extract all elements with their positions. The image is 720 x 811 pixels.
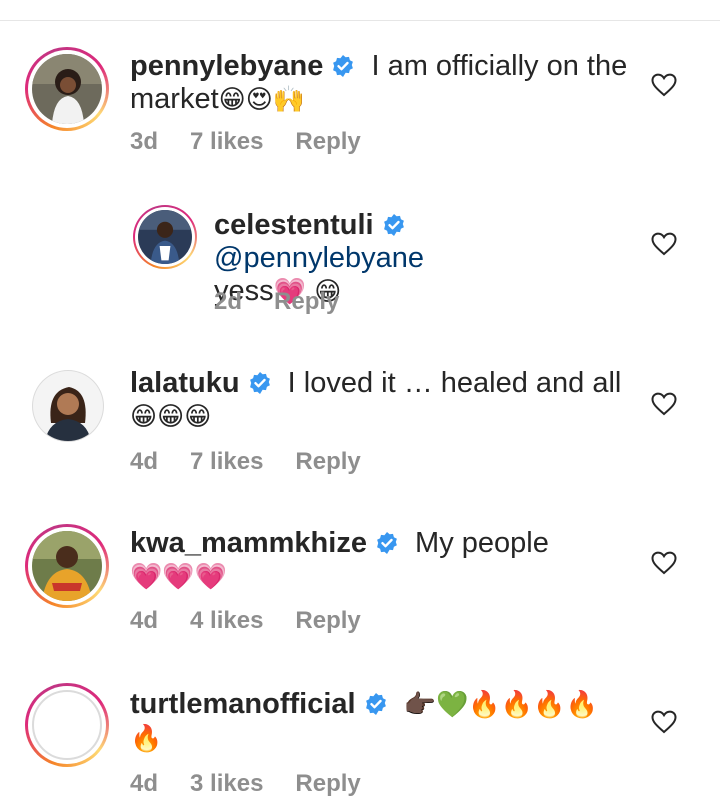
- avatar-photo: [33, 371, 103, 441]
- comment-time: 4d: [130, 770, 159, 797]
- avatar[interactable]: [25, 683, 109, 767]
- username[interactable]: turtlemanofficial: [130, 688, 356, 720]
- likes-count[interactable]: 4 likes: [190, 607, 263, 634]
- comment-time: 2d: [214, 288, 243, 315]
- avatar-photo: [32, 531, 102, 601]
- avatar-photo: [138, 210, 192, 264]
- username[interactable]: pennylebyane: [130, 50, 323, 82]
- emoji-group: 💗💗💗: [130, 562, 228, 592]
- avatar-photo: [32, 54, 102, 124]
- comment-meta: 4d 4 likes Reply: [130, 607, 393, 635]
- heart-outline-icon[interactable]: [651, 392, 677, 416]
- emoji-group-line2: 🔥: [130, 724, 163, 754]
- username[interactable]: celestentuli: [214, 209, 374, 241]
- reply-button[interactable]: Reply: [295, 607, 360, 634]
- verified-badge-icon: [364, 692, 388, 716]
- comment-text: lalatuku I loved it … healed and all 😁😁😁: [130, 367, 640, 434]
- comment-time: 4d: [130, 607, 159, 634]
- heart-outline-icon[interactable]: [651, 710, 677, 734]
- verified-badge-icon: [375, 531, 399, 555]
- avatar[interactable]: [25, 524, 109, 608]
- verified-badge-icon: [382, 213, 406, 237]
- verified-badge-icon: [248, 371, 272, 395]
- username[interactable]: lalatuku: [130, 367, 240, 399]
- verified-badge-icon: [331, 54, 355, 78]
- comment-text: pennylebyane I am officially on the mark…: [130, 50, 640, 117]
- comment-meta: 4d 7 likes Reply: [130, 448, 393, 476]
- likes-count[interactable]: 3 likes: [190, 770, 263, 797]
- comment-text: kwa_mammkhize My people 💗💗💗: [130, 527, 640, 594]
- reply-button[interactable]: Reply: [295, 448, 360, 475]
- likes-count[interactable]: 7 likes: [190, 448, 263, 475]
- comment-body: I loved it … healed and all: [287, 367, 622, 399]
- top-divider: [0, 20, 720, 21]
- likes-count[interactable]: 7 likes: [190, 128, 263, 155]
- comment-body: I am officially on the: [371, 50, 628, 82]
- avatar[interactable]: [133, 205, 197, 269]
- comment-body: My people: [415, 527, 549, 559]
- emoji-group: 😁😁😁: [130, 402, 212, 432]
- mention-link[interactable]: @pennylebyane: [214, 242, 424, 274]
- comment-meta: 4d 3 likes Reply: [130, 770, 393, 798]
- comment-meta: 3d 7 likes Reply: [130, 128, 393, 156]
- comment-body-line2: market: [130, 83, 219, 115]
- avatar[interactable]: [25, 47, 109, 131]
- reply-button[interactable]: Reply: [295, 128, 360, 155]
- emoji-group: 👉🏿💚🔥🔥🔥🔥: [403, 690, 598, 720]
- heart-outline-icon[interactable]: [651, 232, 677, 256]
- comment-time: 3d: [130, 128, 159, 155]
- reply-button[interactable]: Reply: [295, 770, 360, 797]
- avatar[interactable]: [32, 370, 104, 442]
- reply-button[interactable]: Reply: [274, 288, 339, 315]
- comment-meta: 2d Reply: [214, 288, 371, 316]
- username[interactable]: kwa_mammkhize: [130, 527, 367, 559]
- heart-outline-icon[interactable]: [651, 551, 677, 575]
- heart-outline-icon[interactable]: [651, 73, 677, 97]
- comment-time: 4d: [130, 448, 159, 475]
- emoji-group: 😁😍🙌: [218, 85, 306, 115]
- comment-text: turtlemanofficial 👉🏿💚🔥🔥🔥🔥 🔥: [130, 688, 640, 756]
